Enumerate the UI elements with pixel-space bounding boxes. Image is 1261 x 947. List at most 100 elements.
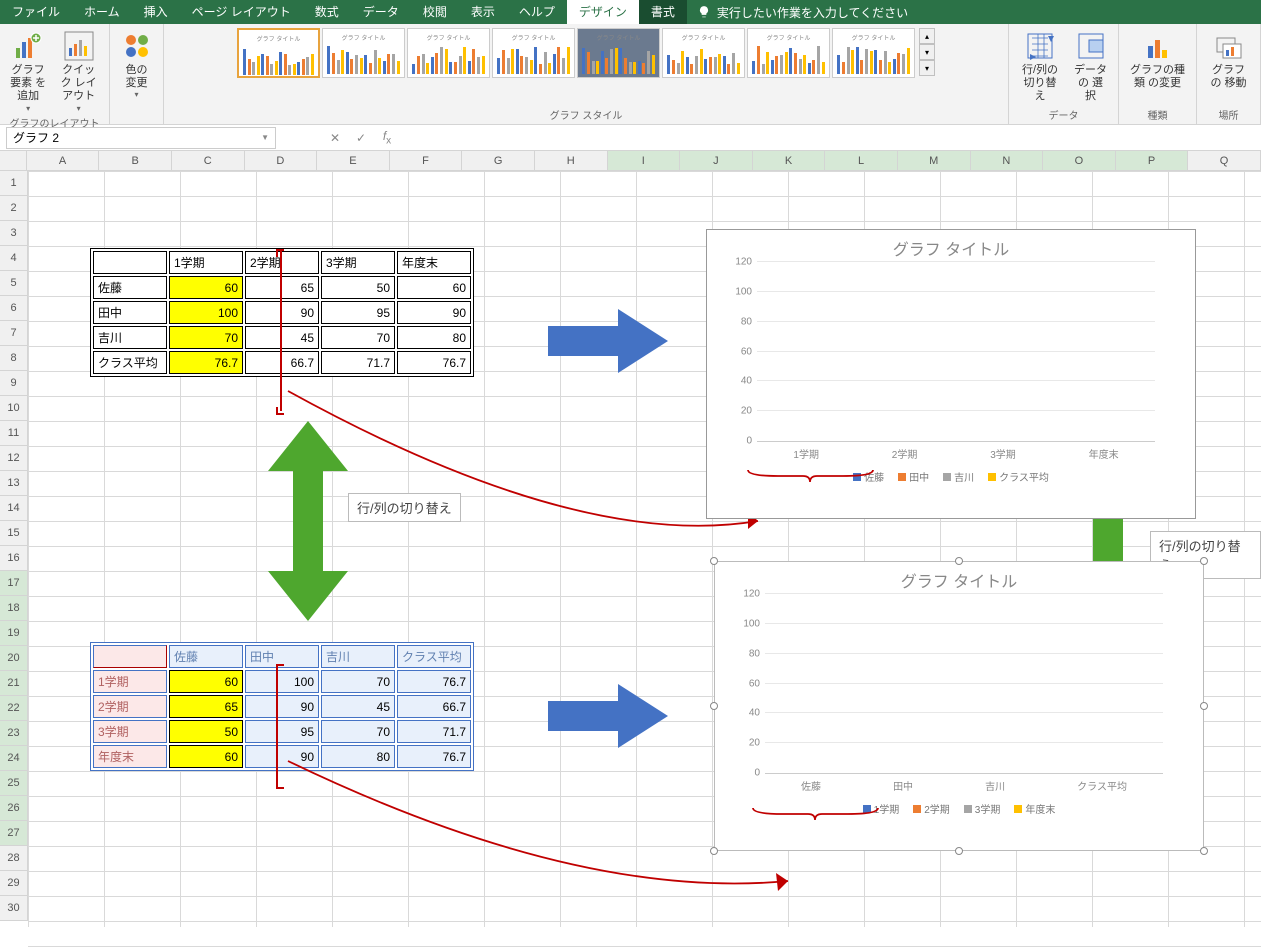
col-header-M[interactable]: M [898, 151, 971, 170]
gallery-down-button[interactable]: ▾ [919, 44, 935, 60]
row-header-20[interactable]: 20 [0, 646, 28, 671]
menu-tab-8[interactable]: ヘルプ [507, 0, 567, 24]
row-header-15[interactable]: 15 [0, 521, 28, 546]
col-header-B[interactable]: B [99, 151, 172, 170]
menu-tab-9[interactable]: デザイン [567, 0, 639, 24]
selection-handle[interactable] [710, 847, 718, 855]
row-header-22[interactable]: 22 [0, 696, 28, 721]
selection-handle[interactable] [955, 557, 963, 565]
fx-button[interactable]: fx [374, 127, 400, 149]
col-header-D[interactable]: D [245, 151, 318, 170]
selection-handle[interactable] [710, 702, 718, 710]
menu-tab-7[interactable]: 表示 [459, 0, 507, 24]
worksheet[interactable]: ABCDEFGHIJKLMNOPQ 1234567891011121314151… [0, 151, 1261, 927]
row-header-27[interactable]: 27 [0, 821, 28, 846]
change-colors-button[interactable]: 色の 変更 ▾ [116, 28, 157, 101]
gallery-scroll[interactable]: ▴ ▾ ▾ [919, 28, 935, 76]
row-header-24[interactable]: 24 [0, 746, 28, 771]
row-header-13[interactable]: 13 [0, 471, 28, 496]
enter-formula-button[interactable]: ✓ [348, 127, 374, 149]
row-header-25[interactable]: 25 [0, 771, 28, 796]
style-thumb-2[interactable]: グラフ タイトル [407, 28, 490, 78]
col-header-G[interactable]: G [462, 151, 535, 170]
menu-tab-6[interactable]: 校閲 [411, 0, 459, 24]
curly-brace-icon [748, 806, 883, 824]
row-header-30[interactable]: 30 [0, 896, 28, 921]
row-header-21[interactable]: 21 [0, 671, 28, 696]
col-header-O[interactable]: O [1043, 151, 1116, 170]
chart-styles-gallery[interactable]: グラフ タイトルグラフ タイトルグラフ タイトルグラフ タイトルグラフ タイトル… [237, 28, 915, 78]
menu-tab-10[interactable]: 書式 [639, 0, 687, 24]
add-chart-element-button[interactable]: グラフ要素 を追加 ▾ [6, 28, 50, 115]
row-header-3[interactable]: 3 [0, 221, 28, 246]
gallery-up-button[interactable]: ▴ [919, 28, 935, 44]
row-header-28[interactable]: 28 [0, 846, 28, 871]
row-header-26[interactable]: 26 [0, 796, 28, 821]
menu-tab-4[interactable]: 数式 [303, 0, 351, 24]
formula-input[interactable] [400, 127, 1261, 149]
row-header-11[interactable]: 11 [0, 421, 28, 446]
chart-title[interactable]: グラフ タイトル [715, 562, 1203, 594]
menu-tab-2[interactable]: 挿入 [132, 0, 180, 24]
selection-handle[interactable] [1200, 557, 1208, 565]
quick-layout-button[interactable]: クイック レイアウト ▾ [54, 28, 103, 115]
curly-brace-icon [743, 468, 878, 486]
cancel-formula-button[interactable]: ✕ [322, 127, 348, 149]
col-header-L[interactable]: L [825, 151, 898, 170]
row-header-4[interactable]: 4 [0, 246, 28, 271]
row-header-6[interactable]: 6 [0, 296, 28, 321]
row-header-23[interactable]: 23 [0, 721, 28, 746]
row-header-16[interactable]: 16 [0, 546, 28, 571]
col-header-K[interactable]: K [753, 151, 826, 170]
col-header-C[interactable]: C [172, 151, 245, 170]
name-box[interactable]: グラフ 2▼ [6, 127, 276, 149]
row-header-19[interactable]: 19 [0, 621, 28, 646]
row-header-2[interactable]: 2 [0, 196, 28, 221]
gallery-more-button[interactable]: ▾ [919, 60, 935, 76]
menu-tab-0[interactable]: ファイル [0, 0, 72, 24]
col-header-E[interactable]: E [317, 151, 390, 170]
col-header-N[interactable]: N [971, 151, 1044, 170]
selection-handle[interactable] [1200, 702, 1208, 710]
menu-tab-5[interactable]: データ [351, 0, 411, 24]
style-thumb-0[interactable]: グラフ タイトル [237, 28, 320, 78]
col-header-Q[interactable]: Q [1188, 151, 1261, 170]
row-header-9[interactable]: 9 [0, 371, 28, 396]
style-thumb-1[interactable]: グラフ タイトル [322, 28, 405, 78]
col-header-A[interactable]: A [27, 151, 100, 170]
row-header-14[interactable]: 14 [0, 496, 28, 521]
switch-row-column-button[interactable]: 行/列の 切り替え [1015, 28, 1065, 106]
row-header-18[interactable]: 18 [0, 596, 28, 621]
col-header-I[interactable]: I [608, 151, 681, 170]
menu-tab-3[interactable]: ページ レイアウト [180, 0, 303, 24]
chart-title[interactable]: グラフ タイトル [707, 230, 1195, 262]
selection-handle[interactable] [955, 847, 963, 855]
col-header-P[interactable]: P [1116, 151, 1189, 170]
style-thumb-3[interactable]: グラフ タイトル [492, 28, 575, 78]
col-header-J[interactable]: J [680, 151, 753, 170]
menu-tab-1[interactable]: ホーム [72, 0, 132, 24]
selection-handle[interactable] [710, 557, 718, 565]
col-header-H[interactable]: H [535, 151, 608, 170]
col-header-F[interactable]: F [390, 151, 463, 170]
style-thumb-5[interactable]: グラフ タイトル [662, 28, 745, 78]
style-thumb-4[interactable]: グラフ タイトル [577, 28, 660, 78]
row-header-17[interactable]: 17 [0, 571, 28, 596]
row-header-5[interactable]: 5 [0, 271, 28, 296]
move-chart-button[interactable]: グラフの 移動 [1203, 28, 1254, 92]
row-header-12[interactable]: 12 [0, 446, 28, 471]
style-thumb-6[interactable]: グラフ タイトル [747, 28, 830, 78]
select-all-corner[interactable] [0, 151, 27, 170]
row-header-1[interactable]: 1 [0, 171, 28, 196]
row-header-10[interactable]: 10 [0, 396, 28, 421]
style-thumb-7[interactable]: グラフ タイトル [832, 28, 915, 78]
select-data-button[interactable]: データの 選択 [1069, 28, 1112, 106]
row-header-7[interactable]: 7 [0, 321, 28, 346]
change-chart-type-button[interactable]: グラフの種類 の変更 [1125, 28, 1190, 92]
tell-me[interactable]: 実行したい作業を入力してください [687, 4, 918, 21]
row-header-29[interactable]: 29 [0, 871, 28, 896]
curved-arrow-icon [278, 381, 778, 561]
chevron-down-icon: ▼ [261, 133, 269, 142]
selection-handle[interactable] [1200, 847, 1208, 855]
row-header-8[interactable]: 8 [0, 346, 28, 371]
